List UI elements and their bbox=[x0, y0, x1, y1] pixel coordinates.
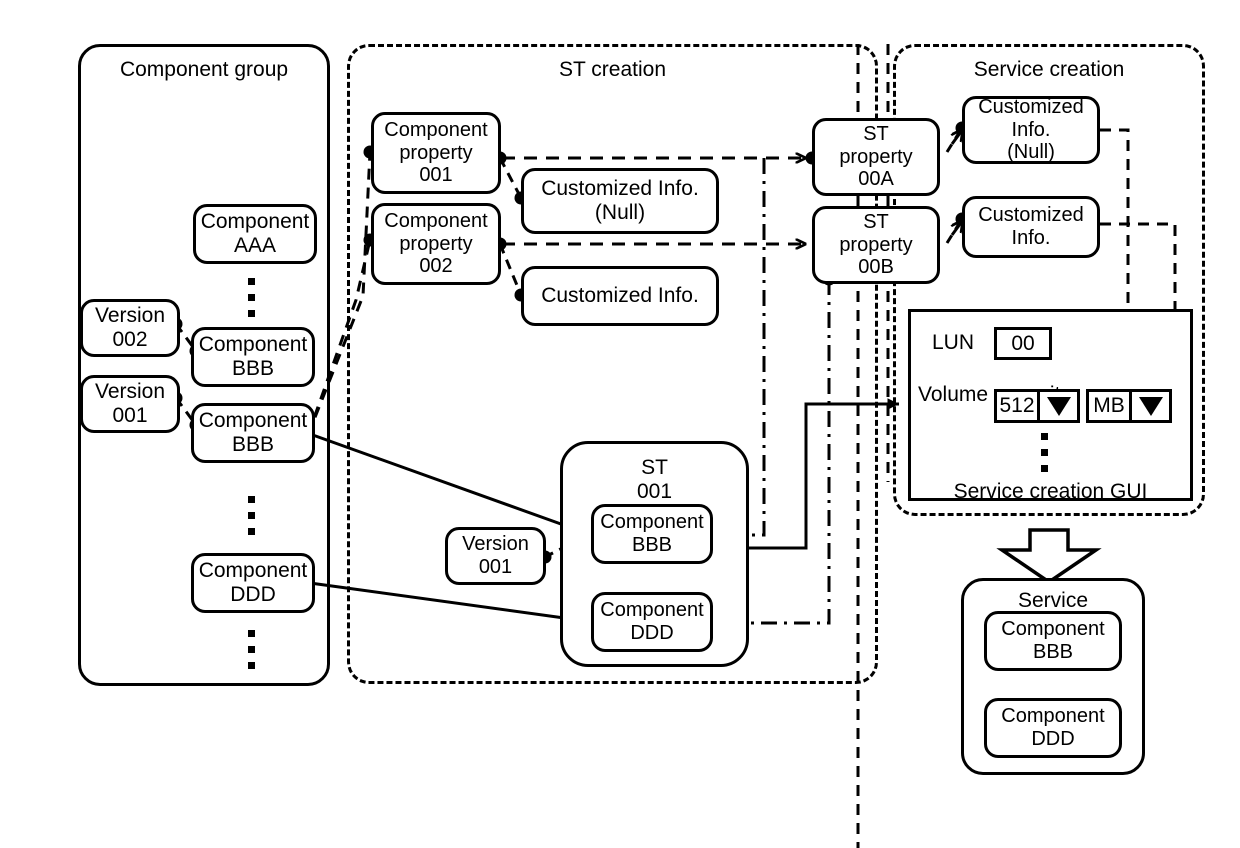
service-customized-info-line-1: Customized bbox=[978, 204, 1084, 227]
component-property-001-line-1: Component bbox=[384, 118, 488, 141]
st-001-line-1: ST bbox=[641, 456, 668, 479]
service-component-ddd-line-2: DDD bbox=[1031, 728, 1075, 750]
component-bbb-v2-line-1: Component bbox=[198, 333, 308, 357]
component-aaa-box[interactable]: Component AAA bbox=[193, 204, 317, 264]
service-customized-info-null-line-1: Customized bbox=[978, 95, 1084, 118]
service-customized-info-null-line-2: Info. bbox=[1011, 118, 1051, 141]
component-ddd-line-2: DDD bbox=[230, 583, 276, 606]
st-property-00a-line-1: ST bbox=[863, 122, 889, 145]
chevron-down-icon[interactable] bbox=[1037, 392, 1077, 420]
service-creation-gui-label: Service creation GUI bbox=[953, 480, 1148, 503]
st-version-001-line-1: Version bbox=[462, 533, 529, 556]
diagram-canvas: Component group ST creation Service crea… bbox=[0, 0, 1240, 848]
chevron-down-icon-unit[interactable] bbox=[1129, 392, 1169, 420]
lun-value-field[interactable]: 00 bbox=[994, 327, 1052, 360]
st-component-bbb-box[interactable]: Component BBB bbox=[591, 504, 713, 564]
st-property-00b-line-3: 00B bbox=[858, 256, 894, 279]
version-001-line-1: Version bbox=[94, 380, 166, 404]
st-component-ddd-box[interactable]: Component DDD bbox=[591, 592, 713, 652]
version-002-line-1: Version bbox=[94, 304, 166, 328]
service-title: Service bbox=[1017, 589, 1089, 612]
st-001-line-2: 001 bbox=[636, 479, 673, 503]
st-version-001-line-2: 001 bbox=[478, 556, 513, 578]
customized-info-box[interactable]: Customized Info. bbox=[521, 266, 719, 326]
volume-unit-dropdown[interactable]: MB bbox=[1086, 389, 1172, 423]
st-property-00b-line-1: ST bbox=[863, 210, 889, 233]
st-property-00a-line-3: 00A bbox=[858, 168, 894, 191]
service-customized-info-null-box[interactable]: Customized Info. (Null) bbox=[962, 96, 1100, 164]
lun-value-text: 00 bbox=[1011, 331, 1035, 355]
component-group-dots-2 bbox=[248, 496, 255, 544]
volume-unit-text: MB bbox=[1093, 394, 1125, 417]
service-customized-info-box[interactable]: Customized Info. bbox=[962, 196, 1100, 258]
st-component-bbb-line-1: Component bbox=[600, 511, 704, 534]
st-component-ddd-line-2: DDD bbox=[630, 622, 674, 644]
st-component-bbb-line-2: BBB bbox=[631, 534, 673, 556]
gui-dots bbox=[1041, 433, 1048, 481]
component-ddd-box[interactable]: Component DDD bbox=[191, 553, 315, 613]
component-group-dots-3 bbox=[248, 630, 255, 678]
component-bbb-v1-line-2: BBB bbox=[231, 433, 275, 456]
component-aaa-line-1: Component bbox=[200, 210, 310, 234]
service-component-bbb-line-2: BBB bbox=[1032, 641, 1074, 663]
st-property-00b-line-2: property bbox=[839, 233, 913, 256]
version-001-line-2: 001 bbox=[112, 404, 148, 427]
component-property-002-line-3: 002 bbox=[419, 255, 453, 278]
component-aaa-line-2: AAA bbox=[233, 234, 277, 257]
version-001-box[interactable]: Version 001 bbox=[80, 375, 180, 433]
st-property-00a-line-2: property bbox=[839, 145, 913, 168]
component-bbb-v1-line-1: Component bbox=[198, 409, 308, 433]
st-property-00a-box[interactable]: ST property 00A bbox=[812, 118, 940, 196]
service-component-bbb-line-1: Component bbox=[1001, 618, 1105, 641]
component-property-002-box[interactable]: Component property 002 bbox=[371, 203, 501, 285]
service-component-ddd-box[interactable]: Component DDD bbox=[984, 698, 1122, 758]
lun-label: LUN bbox=[932, 331, 975, 354]
component-bbb-v2-box[interactable]: Component BBB bbox=[191, 327, 315, 387]
st-version-001-box[interactable]: Version 001 bbox=[445, 527, 546, 585]
component-property-001-line-3: 001 bbox=[419, 164, 453, 187]
service-customized-info-line-2: Info. bbox=[1011, 227, 1051, 249]
component-group-dots-1 bbox=[248, 278, 255, 326]
component-property-002-line-2: property bbox=[399, 232, 473, 255]
service-customized-info-null-line-3: (Null) bbox=[1007, 141, 1055, 164]
version-002-box[interactable]: Version 002 bbox=[80, 299, 180, 357]
volume-value-dropdown[interactable]: 512 bbox=[994, 389, 1080, 423]
service-component-ddd-line-1: Component bbox=[1001, 705, 1105, 728]
customized-info-null-line-2: (Null) bbox=[594, 201, 646, 224]
customized-info-line-1: Customized Info. bbox=[541, 284, 699, 308]
version-002-line-2: 002 bbox=[112, 328, 148, 351]
volume-capacity-label-line-1: Volume bbox=[918, 383, 989, 406]
component-bbb-v2-line-2: BBB bbox=[231, 357, 275, 380]
component-ddd-line-1: Component bbox=[198, 559, 308, 583]
customized-info-null-line-1: Customized Info. bbox=[541, 177, 699, 201]
volume-value-text: 512 bbox=[999, 394, 1035, 417]
component-property-002-line-1: Component bbox=[384, 209, 488, 232]
component-property-001-line-2: property bbox=[399, 141, 473, 164]
st-property-00b-box[interactable]: ST property 00B bbox=[812, 206, 940, 284]
st-component-ddd-line-1: Component bbox=[600, 599, 704, 622]
component-property-001-box[interactable]: Component property 001 bbox=[371, 112, 501, 194]
customized-info-null-box[interactable]: Customized Info. (Null) bbox=[521, 168, 719, 234]
service-component-bbb-box[interactable]: Component BBB bbox=[984, 611, 1122, 671]
component-bbb-v1-box[interactable]: Component BBB bbox=[191, 403, 315, 463]
